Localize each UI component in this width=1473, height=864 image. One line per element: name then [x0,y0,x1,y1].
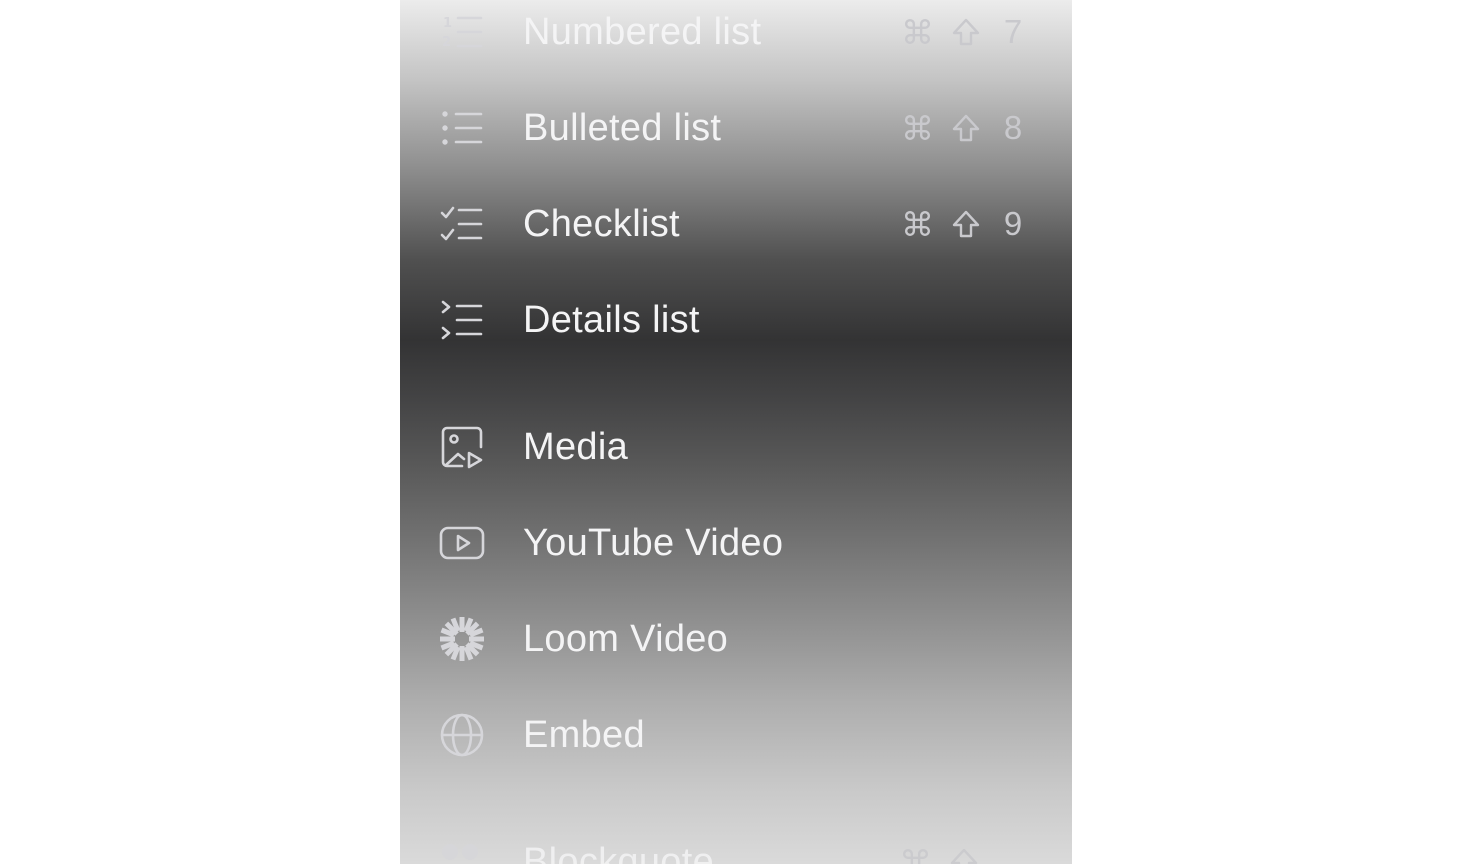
menu-item-media[interactable]: Media [400,407,1072,487]
menu-item-label: YouTube Video [523,521,784,564]
block-insert-menu: 1 2 Numbered list ⌘ 7 Bulleted list ⌘ 8 … [400,0,1072,864]
shift-arrow-icon [950,112,982,144]
menu-item-label: Checklist [523,202,680,245]
details-list-icon [438,296,486,344]
keyboard-shortcut: ⌘ 7 [901,13,1028,52]
keyboard-shortcut: ⌘ 8 [901,109,1028,148]
menu-item-blockquote[interactable]: Blockquote ⌘ [400,822,1072,864]
bulleted-list-icon [438,104,486,152]
shortcut-key: 8 [1003,109,1023,146]
menu-item-details-list[interactable]: Details list [400,280,1072,360]
menu-item-label: Blockquote [523,840,715,864]
numbered-list-icon: 1 2 [438,8,486,56]
menu-item-embed[interactable]: Embed [400,695,1072,775]
youtube-icon [438,519,486,567]
keyboard-shortcut: ⌘ 9 [901,205,1028,244]
menu-item-label: Details list [523,298,700,341]
menu-item-bulleted-list[interactable]: Bulleted list ⌘ 8 [400,88,1072,168]
menu-item-checklist[interactable]: Checklist ⌘ 9 [400,184,1072,264]
shift-arrow-icon [948,846,980,864]
menu-item-loom-video[interactable]: Loom Video [400,599,1072,679]
shift-arrow-icon [950,208,982,240]
menu-item-label: Loom Video [523,617,729,660]
loom-icon [438,615,486,663]
keyboard-shortcut: ⌘ [899,843,980,864]
menu-item-label: Bulleted list [523,106,722,149]
shortcut-key: 7 [1003,13,1023,50]
svg-text:1: 1 [443,16,452,31]
command-key: ⌘ [901,13,934,51]
menu-item-numbered-list[interactable]: 1 2 Numbered list ⌘ 7 [400,0,1072,72]
svg-text:2: 2 [442,35,451,50]
shift-arrow-icon [950,16,982,48]
command-key: ⌘ [901,109,934,147]
menu-item-youtube-video[interactable]: YouTube Video [400,503,1072,583]
checklist-icon [438,200,486,248]
menu-item-label: Media [523,425,628,468]
shortcut-key: 9 [1003,205,1023,242]
menu-item-label: Numbered list [523,10,762,53]
menu-item-label: Embed [523,713,645,756]
quote-icon [438,838,486,864]
media-icon [438,423,486,471]
command-key: ⌘ [899,843,932,864]
globe-icon [438,711,486,759]
command-key: ⌘ [901,205,934,243]
